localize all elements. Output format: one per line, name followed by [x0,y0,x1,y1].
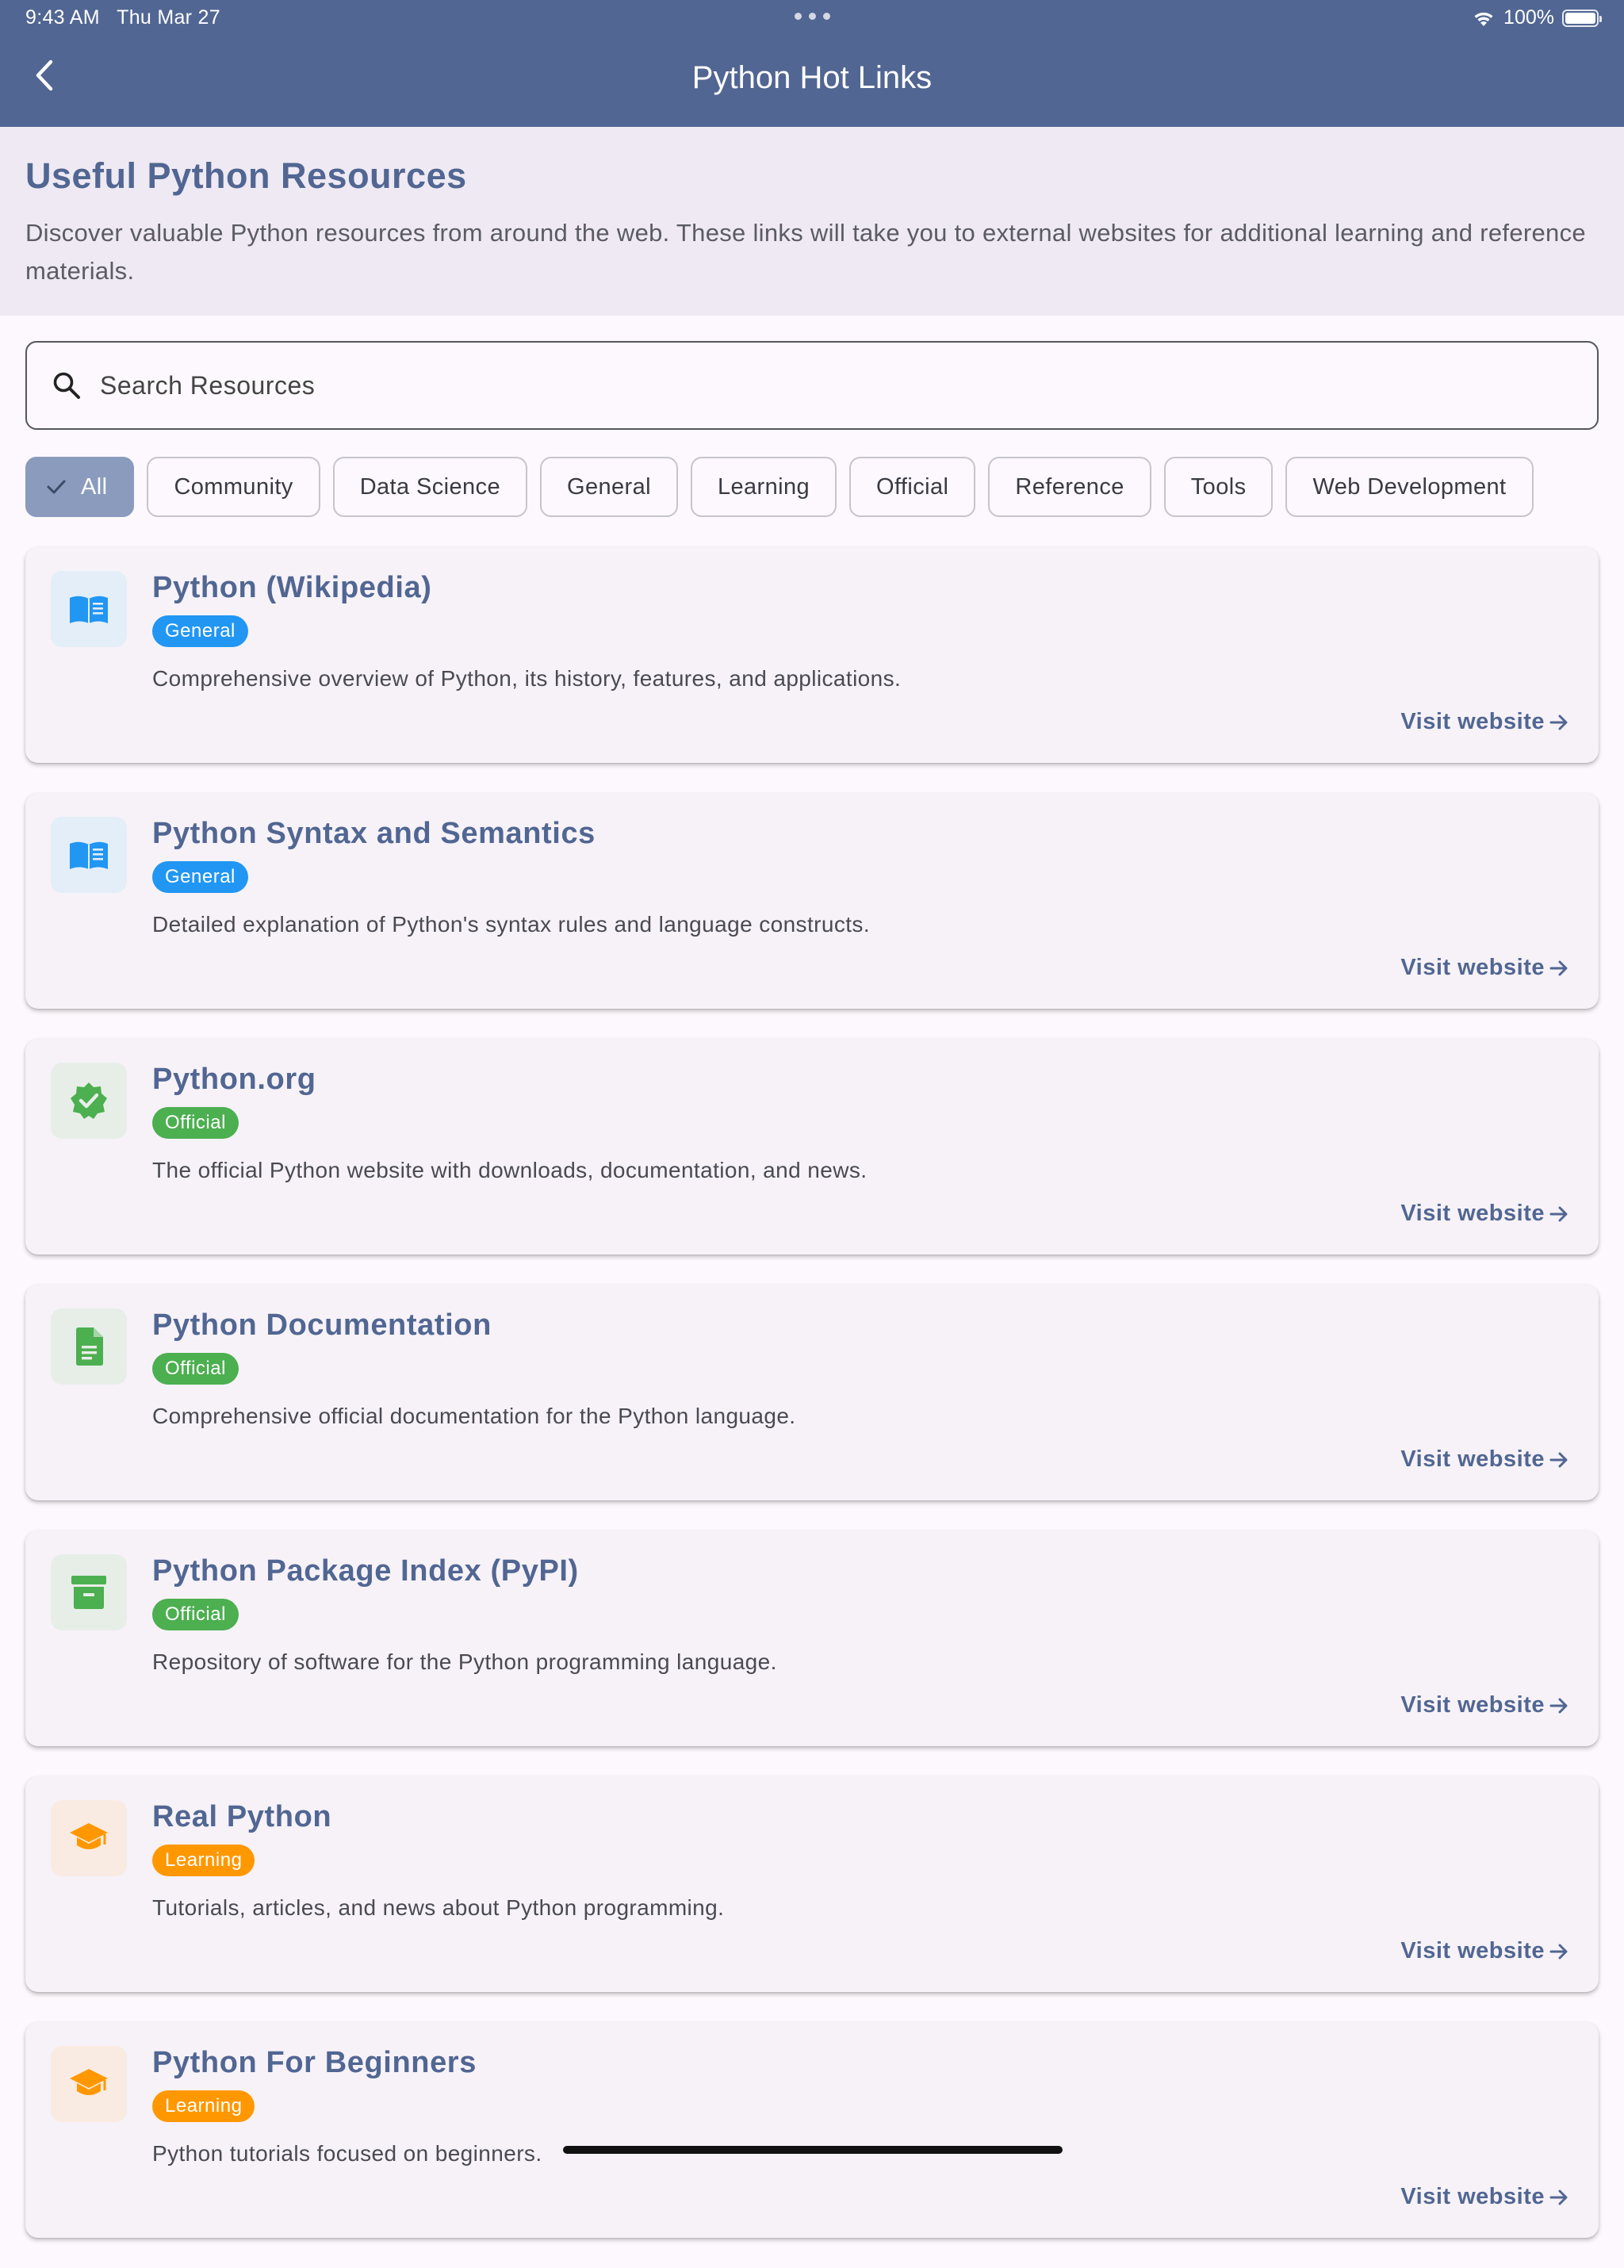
battery-percent: 100% [1503,6,1554,29]
filter-chip-label: Official [876,473,949,500]
search-box[interactable] [25,341,1599,430]
resource-description: Repository of software for the Python pr… [152,1649,777,1674]
verified-icon [51,1063,127,1139]
resource-card[interactable]: Python Documentation Official Comprehens… [25,1285,1599,1500]
book-icon [51,571,127,647]
category-badge: Official [152,1107,239,1139]
resource-title: Python.org [152,1063,316,1096]
resource-title: Real Python [152,1800,332,1833]
filter-chip-web-development[interactable]: Web Development [1285,457,1534,517]
filter-chip-tools[interactable]: Tools [1163,457,1274,517]
resource-description: Comprehensive overview of Python, its hi… [152,666,902,691]
arrow-right-icon [1549,960,1568,975]
section-heading: Useful Python Resources [25,155,467,196]
filter-chip-general[interactable]: General [539,457,678,517]
status-clock: 9:43 AM [25,6,100,29]
visit-website-link[interactable]: Visit website [1400,2184,1570,2210]
status-indicators: 100% [1472,6,1602,29]
filter-chip-label: Data Science [359,473,500,500]
resource-description: The official Python website with downloa… [152,1158,868,1182]
visit-website-label: Visit website [1400,2184,1545,2209]
resource-card[interactable]: Python For Beginners Learning Python tut… [25,2022,1599,2238]
filter-chip-label: Tools [1190,473,1247,500]
visit-website-link[interactable]: Visit website [1400,955,1570,981]
arrow-right-icon [1549,714,1568,730]
visit-website-label: Visit website [1400,1201,1545,1226]
filter-chip-label: Web Development [1312,473,1507,500]
book-icon [51,817,127,893]
resource-card[interactable]: Python Package Index (PyPI) Official Rep… [25,1531,1599,1746]
visit-website-label: Visit website [1400,1446,1545,1472]
filter-chip-community[interactable]: Community [147,457,320,517]
search-input[interactable] [98,370,1568,401]
resource-list: Python (Wikipedia) General Comprehensive… [25,547,1599,2268]
resource-description: Comprehensive official documentation for… [152,1404,796,1428]
battery-icon [1562,9,1602,27]
filter-chip-learning[interactable]: Learning [690,457,837,517]
app-header: 9:43 AM Thu Mar 27 100% Python Hot Links [0,0,1624,127]
visit-website-link[interactable]: Visit website [1400,1446,1570,1473]
resource-card[interactable]: Python (Wikipedia) General Comprehensive… [25,547,1599,763]
visit-website-label: Visit website [1400,955,1545,980]
category-filter-bar: All Community Data Science General Learn… [25,457,1534,517]
section-description: Discover valuable Python resources from … [25,219,1586,285]
status-time: 9:43 AM Thu Mar 27 [25,6,220,29]
status-date: Thu Mar 27 [117,6,220,29]
visit-website-link[interactable]: Visit website [1400,1938,1570,1964]
resource-description: Tutorials, articles, and news about Pyth… [152,1895,725,1920]
category-badge: Learning [152,1845,255,1876]
arrow-right-icon [1549,1206,1568,1221]
filter-chip-label: Reference [1015,473,1124,500]
category-badge: Official [152,1353,239,1385]
wifi-icon [1474,12,1493,26]
filter-chip-reference[interactable]: Reference [988,457,1151,517]
category-badge: Official [152,1599,239,1630]
resource-title: Python Documentation [152,1308,492,1342]
archive-icon [51,1554,127,1630]
visit-website-link[interactable]: Visit website [1400,1201,1570,1227]
resource-title: Python Package Index (PyPI) [152,1554,579,1588]
arrow-right-icon [1549,1452,1568,1467]
filter-chip-data-science[interactable]: Data Science [332,457,527,517]
check-icon [46,478,67,496]
resource-title: Python Syntax and Semantics [152,817,596,850]
home-indicator[interactable] [563,2146,1063,2154]
visit-website-link[interactable]: Visit website [1400,1692,1570,1718]
filter-chip-label: General [566,473,651,500]
resource-title: Python (Wikipedia) [152,571,432,604]
filter-chip-label: All [81,473,108,500]
filter-chip-label: Learning [717,473,810,500]
visit-website-label: Visit website [1400,1692,1545,1718]
search-icon [49,368,84,403]
multitask-dots-icon[interactable] [795,13,830,20]
filter-chip-all[interactable]: All [25,457,135,517]
graduation-cap-icon [51,2046,127,2122]
category-badge: General [152,861,248,893]
resource-description: Detailed explanation of Python's syntax … [152,912,870,937]
arrow-right-icon [1549,1944,1568,1959]
visit-website-label: Visit website [1400,1938,1545,1963]
resource-card[interactable]: Python.org Official The official Python … [25,1039,1599,1255]
filter-chip-label: Community [174,473,293,500]
page-title: Python Hot Links [691,60,933,95]
document-icon [51,1308,127,1385]
resource-card[interactable]: Real Python Learning Tutorials, articles… [25,1776,1599,1992]
arrow-right-icon [1549,2189,1568,2205]
visit-website-link[interactable]: Visit website [1400,709,1570,735]
resource-card[interactable]: Python Syntax and Semantics General Deta… [25,793,1599,1009]
resource-description: Python tutorials focused on beginners. [152,2141,542,2166]
arrow-right-icon [1549,1698,1568,1713]
graduation-cap-icon [51,1800,127,1876]
category-badge: General [152,615,248,647]
filter-chip-official[interactable]: Official [849,457,976,517]
category-badge: Learning [152,2090,255,2122]
resource-title: Python For Beginners [152,2046,477,2079]
intro-section: Useful Python Resources Discover valuabl… [0,127,1624,316]
visit-website-label: Visit website [1400,709,1545,734]
